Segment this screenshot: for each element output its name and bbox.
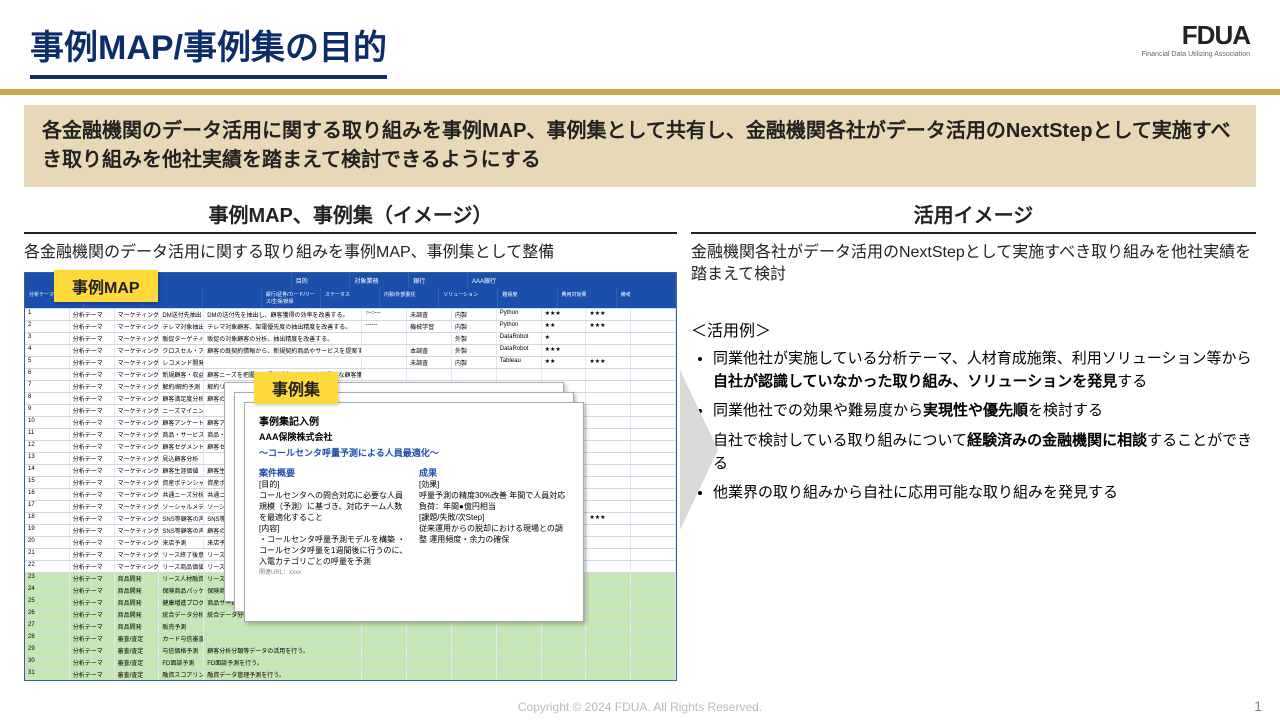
doc-company: AAA保険株式会社: [259, 430, 569, 443]
footer-copyright: Copyright © 2024 FDUA. All Rights Reserv…: [0, 700, 1280, 714]
doc-sec1-head: 案件概要: [259, 466, 409, 479]
doc-sec2-text2: 従来運用からの脱却における現場との調整 運用頻度・余力の確保: [419, 523, 569, 545]
doc-title: 事例集記入例: [259, 413, 569, 428]
logo: FDUA Financial Data Utilizing Associatio…: [1141, 20, 1250, 58]
logo-subtext: Financial Data Utilizing Association: [1141, 51, 1250, 58]
left-desc: 各金融機関のデータ活用に関する取り組みを事例MAP、事例集として整備: [24, 242, 677, 264]
badge-doc: 事例集: [254, 372, 338, 404]
doc-sec1-label2: [内容]: [259, 523, 409, 534]
mission-statement: 各金融機関のデータ活用に関する取り組みを事例MAP、事例集として共有し、金融機関…: [24, 105, 1256, 187]
usage-item: 自社で検討している取り組みについて経験済みの金融機関に相談することができる: [713, 429, 1256, 476]
left-heading: 事例MAP、事例集（イメージ）: [24, 199, 677, 234]
doc-sec1-label: [目的]: [259, 479, 409, 490]
doc-stack: 事例集記入例 AAA保険株式会社 ～コールセンタ呼量予測による人員最適化～ 案件…: [224, 382, 584, 612]
logo-text: FDUA: [1141, 20, 1250, 51]
right-heading: 活用イメージ: [691, 199, 1256, 234]
right-desc: 金融機関各社がデータ活用のNextStepとして実施すべき取り組みを他社実績を踏…: [691, 242, 1256, 287]
doc-note: 関連URL：xxxx: [259, 570, 301, 576]
usage-item: 同業他社が実施している分析テーマ、人材育成施策、利用ソリューション等から自社が認…: [713, 347, 1256, 394]
usage-head: ＜活用例＞: [691, 317, 1256, 341]
arrow-right-icon: [680, 370, 718, 530]
doc-sec2-head: 成果: [419, 466, 569, 479]
map-visual: 内容目的対象業務銀行AAA銀行分析テーマ銀行/証券/カード/リース/生保/損保ス…: [24, 272, 677, 592]
doc-subtitle: ～コールセンタ呼量予測による人員最適化～: [259, 446, 569, 459]
divider-bar: [0, 89, 1280, 95]
doc-sec2-text: 呼量予測の精度30%改善 年間で人員対応負荷：年間●億円相当: [419, 490, 569, 512]
usage-item: 他業界の取り組みから自社に応用可能な取り組みを発見する: [713, 481, 1256, 504]
page-title: 事例MAP/事例集の目的: [30, 20, 387, 79]
usage-list: 同業他社が実施している分析テーマ、人材育成施策、利用ソリューション等から自社が認…: [691, 347, 1256, 505]
doc-sec1-text2: ・コールセンタ呼量予測モデルを構築 ・コールセンタ呼量を1週間後に行うのに、入電…: [259, 534, 409, 567]
doc-sec2-label: [効果]: [419, 479, 569, 490]
badge-map: 事例MAP: [54, 270, 158, 302]
page-number: 1: [1254, 698, 1262, 714]
doc-page-front: 事例集記入例 AAA保険株式会社 ～コールセンタ呼量予測による人員最適化～ 案件…: [244, 402, 584, 622]
usage-item: 同業他社での効果や難易度から実現性や優先順を検討する: [713, 399, 1256, 422]
doc-sec1-text: コールセンタへの問合対応に必要な人員規模（予測）に基づき、対応チーム人数を最適化…: [259, 490, 409, 523]
doc-sec2-label2: [課題/失敗/次Step]: [419, 512, 569, 523]
